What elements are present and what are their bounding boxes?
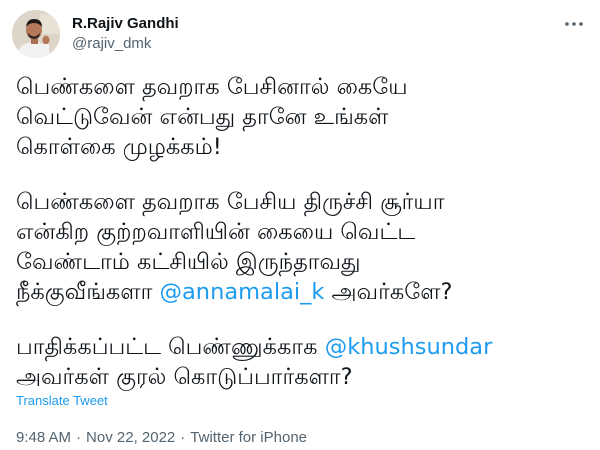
tweet-line: நீக்குவீங்களா @annamalai_k அவர்களே?	[16, 277, 584, 307]
meta-separator: ·	[180, 429, 186, 446]
tweet-paragraph-2: பெண்களை தவறாக பேசிய திருச்சி சூர்யா என்க…	[16, 187, 584, 307]
mention-link-khushsundar[interactable]: @khushsundar	[325, 334, 493, 360]
tweet-text-segment: பாதிக்கப்பட்ட பெண்ணுக்காக	[16, 334, 325, 360]
tweet-paragraph-1: பெண்களை தவறாக பேசினால் கையே வெட்டுவேன் எ…	[16, 72, 584, 162]
mention-link-annamalai[interactable]: @annamalai_k	[160, 279, 325, 305]
more-options-icon[interactable]	[562, 12, 586, 36]
tweet-date[interactable]: Nov 22, 2022	[86, 429, 175, 446]
tweet-line: வேண்டாம் கட்சியில் இருந்தாவது	[16, 249, 361, 275]
tweet-line: கொள்கை முழக்கம்!	[16, 134, 222, 160]
tweet-text: பெண்களை தவறாக பேசினால் கையே வெட்டுவேன் எ…	[16, 72, 584, 392]
tweet-paragraph-3: பாதிக்கப்பட்ட பெண்ணுக்காக @khushsundar அ…	[16, 332, 584, 392]
tweet-time[interactable]: 9:48 AM	[16, 429, 71, 446]
profile-photo-icon	[12, 10, 60, 58]
avatar[interactable]	[12, 10, 60, 58]
tweet-line: அவர்கள் குரல் கொடுப்பார்களா?	[16, 364, 353, 390]
display-name[interactable]: R.Rajiv Gandhi	[72, 14, 179, 34]
meta-separator: ·	[76, 429, 82, 446]
tweet-line: பெண்களை தவறாக பேசினால் கையே	[16, 74, 408, 100]
translate-tweet-link[interactable]: Translate Tweet	[16, 392, 108, 410]
user-names: R.Rajiv Gandhi @rajiv_dmk	[72, 14, 179, 54]
tweet-text-segment: நீக்குவீங்களா	[16, 279, 160, 305]
tweet-text-segment: அவர்களே?	[324, 279, 453, 305]
tweet-metadata: 9:48 AM · Nov 22, 2022 · Twitter for iPhone	[16, 428, 307, 448]
tweet-header: R.Rajiv Gandhi @rajiv_dmk	[12, 10, 179, 58]
tweet-line: பாதிக்கப்பட்ட பெண்ணுக்காக @khushsundar	[16, 332, 584, 362]
tweet-line: என்கிற குற்றவாளியின் கையை வெட்ட	[16, 219, 416, 245]
user-handle[interactable]: @rajiv_dmk	[72, 34, 179, 54]
tweet-line: வெட்டுவேன் என்பது தானே உங்கள்	[16, 104, 389, 130]
tweet-card: R.Rajiv Gandhi @rajiv_dmk பெண்களை தவறாக …	[0, 0, 600, 450]
tweet-source[interactable]: Twitter for iPhone	[190, 429, 307, 446]
tweet-line: பெண்களை தவறாக பேசிய திருச்சி சூர்யா	[16, 189, 445, 215]
